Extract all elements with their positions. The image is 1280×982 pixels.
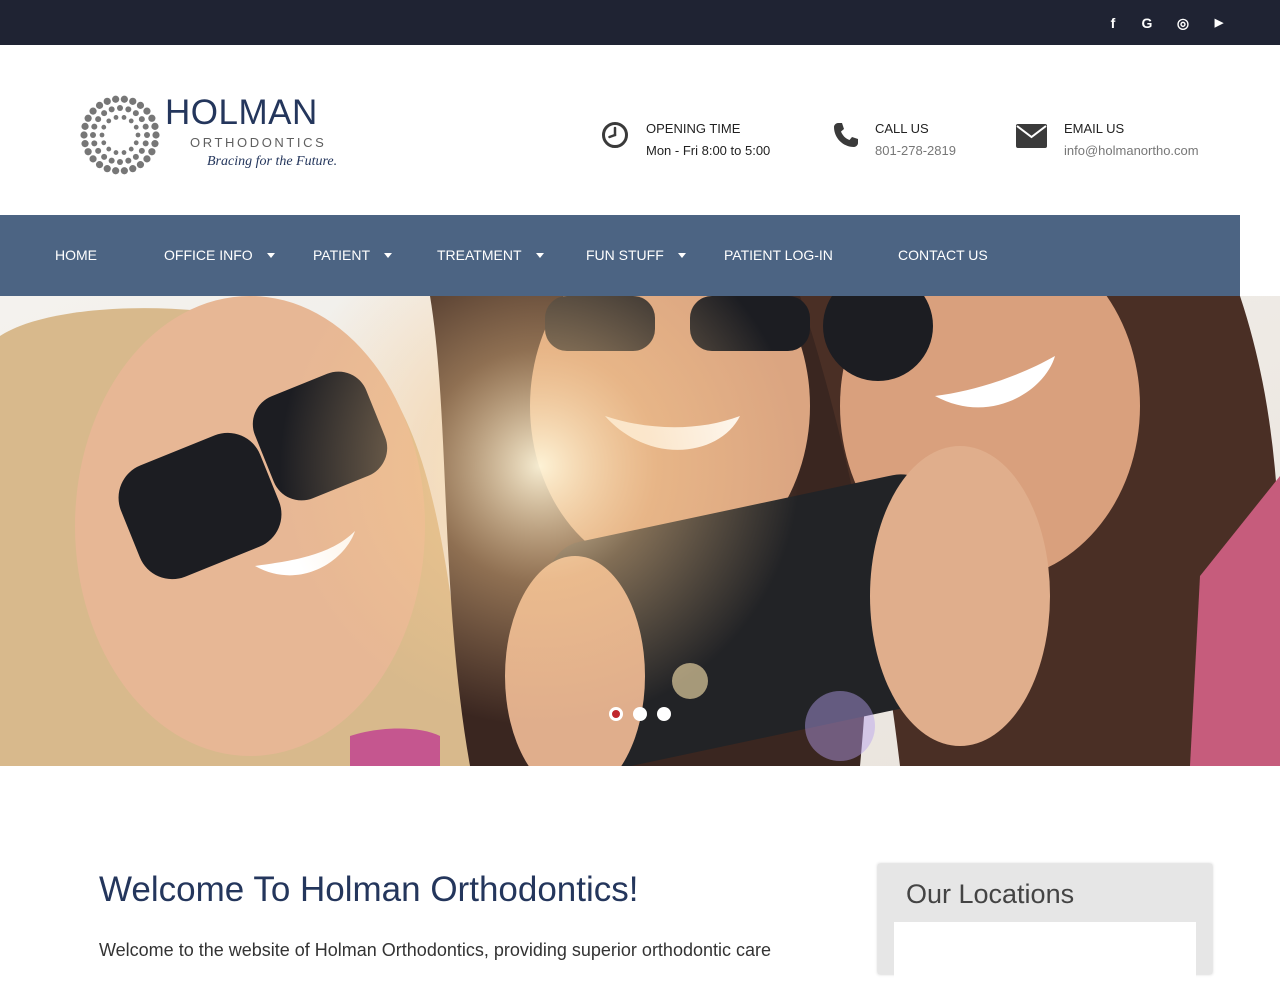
locations-title: Our Locations — [906, 879, 1075, 909]
locations-panel: Our Locations — [878, 864, 1212, 982]
nav-home-label: HOME — [55, 247, 97, 263]
slider-dot-1[interactable] — [609, 707, 623, 721]
nav-contact-us[interactable]: CONTACT US — [898, 215, 988, 296]
caret-down-icon — [677, 252, 686, 258]
hours-value: Mon - Fri 8:00 to 5:00 — [646, 143, 771, 158]
phone-title: CALL US — [875, 121, 929, 136]
google-icon[interactable]: G — [1137, 13, 1157, 33]
caret-down-icon — [535, 252, 544, 258]
nav-fun-stuff[interactable]: FUN STUFF — [586, 215, 686, 296]
welcome-text: Welcome to the website of Holman Orthodo… — [99, 940, 772, 960]
top-bar: f G ◎ ▶ — [0, 0, 1280, 45]
hero-photo — [0, 296, 1280, 766]
nav-home[interactable]: HOME — [55, 215, 97, 296]
locations-content — [894, 922, 1196, 982]
welcome-title: Welcome To Holman Orthodontics! — [99, 870, 639, 909]
nav-patient[interactable]: PATIENT — [313, 215, 393, 296]
caret-down-icon — [266, 252, 275, 258]
phone-icon — [834, 123, 858, 147]
logo-name: HOLMAN — [165, 93, 318, 132]
nav-contact-us-label: CONTACT US — [898, 247, 988, 263]
facebook-icon[interactable]: f — [1103, 13, 1123, 33]
youtube-icon[interactable]: ▶ — [1209, 13, 1229, 33]
clock-icon — [602, 122, 628, 148]
caret-down-icon — [384, 252, 393, 258]
nav-fun-stuff-label: FUN STUFF — [586, 247, 664, 263]
nav-treatment[interactable]: TREATMENT — [437, 215, 544, 296]
main-nav: HOME OFFICE INFO PATIENT TREATMENT FUN S… — [0, 215, 1240, 296]
slider-dot-3[interactable] — [657, 707, 671, 721]
hero-slider — [0, 296, 1280, 766]
site-header: HOLMAN ORTHODONTICS Bracing for the Futu… — [0, 45, 1280, 215]
logo[interactable]: HOLMAN ORTHODONTICS Bracing for the Futu… — [80, 93, 340, 183]
logo-subtitle: ORTHODONTICS — [190, 135, 327, 150]
logo-tagline: Bracing for the Future. — [207, 154, 338, 169]
nav-patient-login-label: PATIENT LOG-IN — [724, 247, 833, 263]
nav-office-info-label: OFFICE INFO — [164, 247, 253, 263]
instagram-icon[interactable]: ◎ — [1173, 13, 1193, 33]
nav-patient-login[interactable]: PATIENT LOG-IN — [724, 215, 833, 296]
email-link[interactable]: info@holmanortho.com — [1064, 143, 1199, 158]
nav-office-info[interactable]: OFFICE INFO — [164, 215, 275, 296]
nav-treatment-label: TREATMENT — [437, 247, 522, 263]
hours-title: OPENING TIME — [646, 121, 741, 136]
phone-link[interactable]: 801-278-2819 — [875, 143, 956, 158]
envelope-icon — [1016, 124, 1047, 148]
logo-dots-icon — [80, 95, 160, 175]
slider-dot-2[interactable] — [633, 707, 647, 721]
email-title: EMAIL US — [1064, 121, 1125, 136]
nav-patient-label: PATIENT — [313, 247, 371, 263]
